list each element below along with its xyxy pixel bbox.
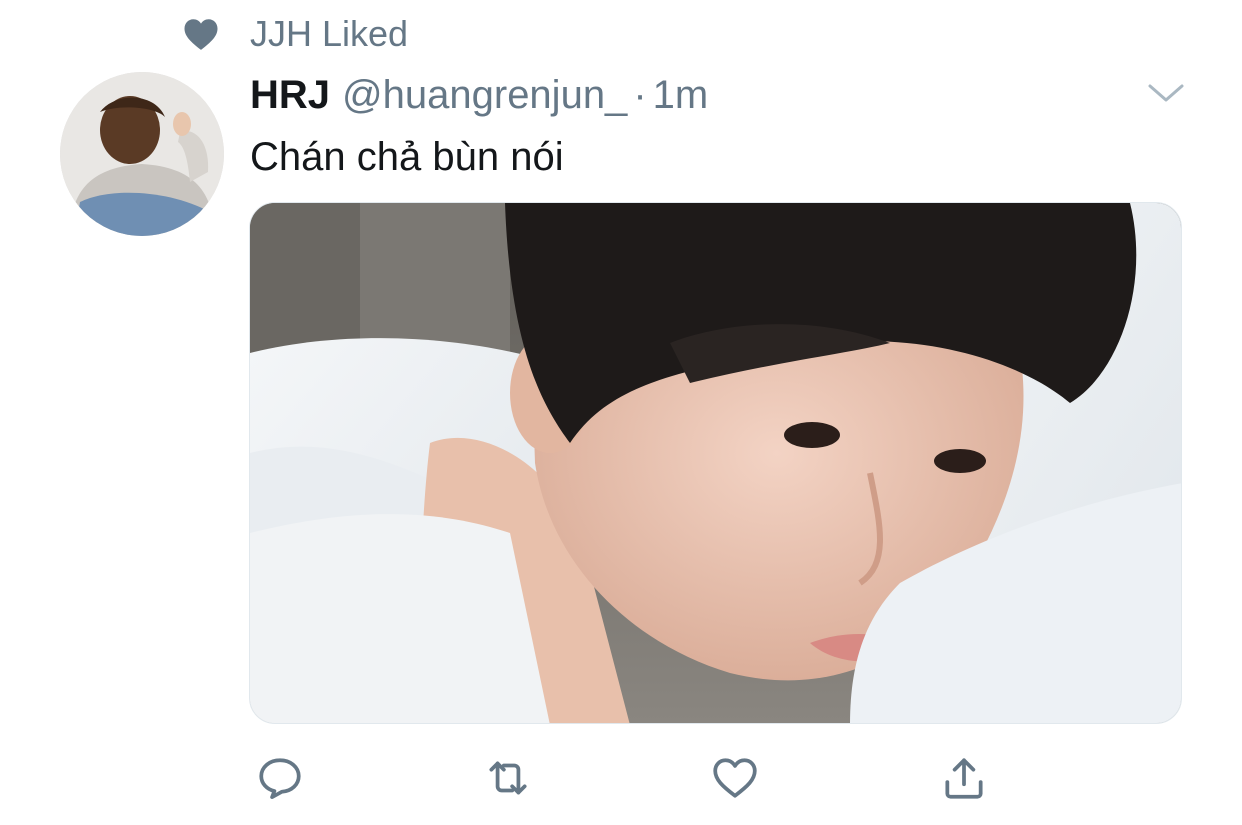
separator-dot: · xyxy=(633,73,647,117)
reply-icon xyxy=(259,758,301,800)
avatar[interactable] xyxy=(60,72,224,236)
retweet-button[interactable] xyxy=(478,748,538,808)
share-icon xyxy=(945,758,983,799)
display-name[interactable]: HRJ xyxy=(250,73,330,117)
like-icon xyxy=(713,758,757,798)
social-context: JJH Liked xyxy=(0,0,1242,70)
share-button[interactable] xyxy=(934,748,994,808)
tweet-media[interactable] xyxy=(249,202,1182,724)
user-handle[interactable]: @huangrenjun_ xyxy=(342,73,627,117)
retweet-icon xyxy=(489,761,527,795)
timestamp[interactable]: 1m xyxy=(653,73,709,117)
tweet-header: HRJ @huangrenjun_ · 1m xyxy=(250,72,708,118)
like-button[interactable] xyxy=(705,748,765,808)
tweet-actions xyxy=(0,748,1242,808)
avatar-image xyxy=(60,72,224,236)
heart-icon xyxy=(184,19,218,50)
chevron-down-icon[interactable] xyxy=(1146,80,1186,106)
photo xyxy=(250,203,1181,723)
reply-button[interactable] xyxy=(250,748,310,808)
tweet-text: Chán chả bùn nói xyxy=(250,135,564,179)
social-context-text[interactable]: JJH Liked xyxy=(250,14,408,54)
